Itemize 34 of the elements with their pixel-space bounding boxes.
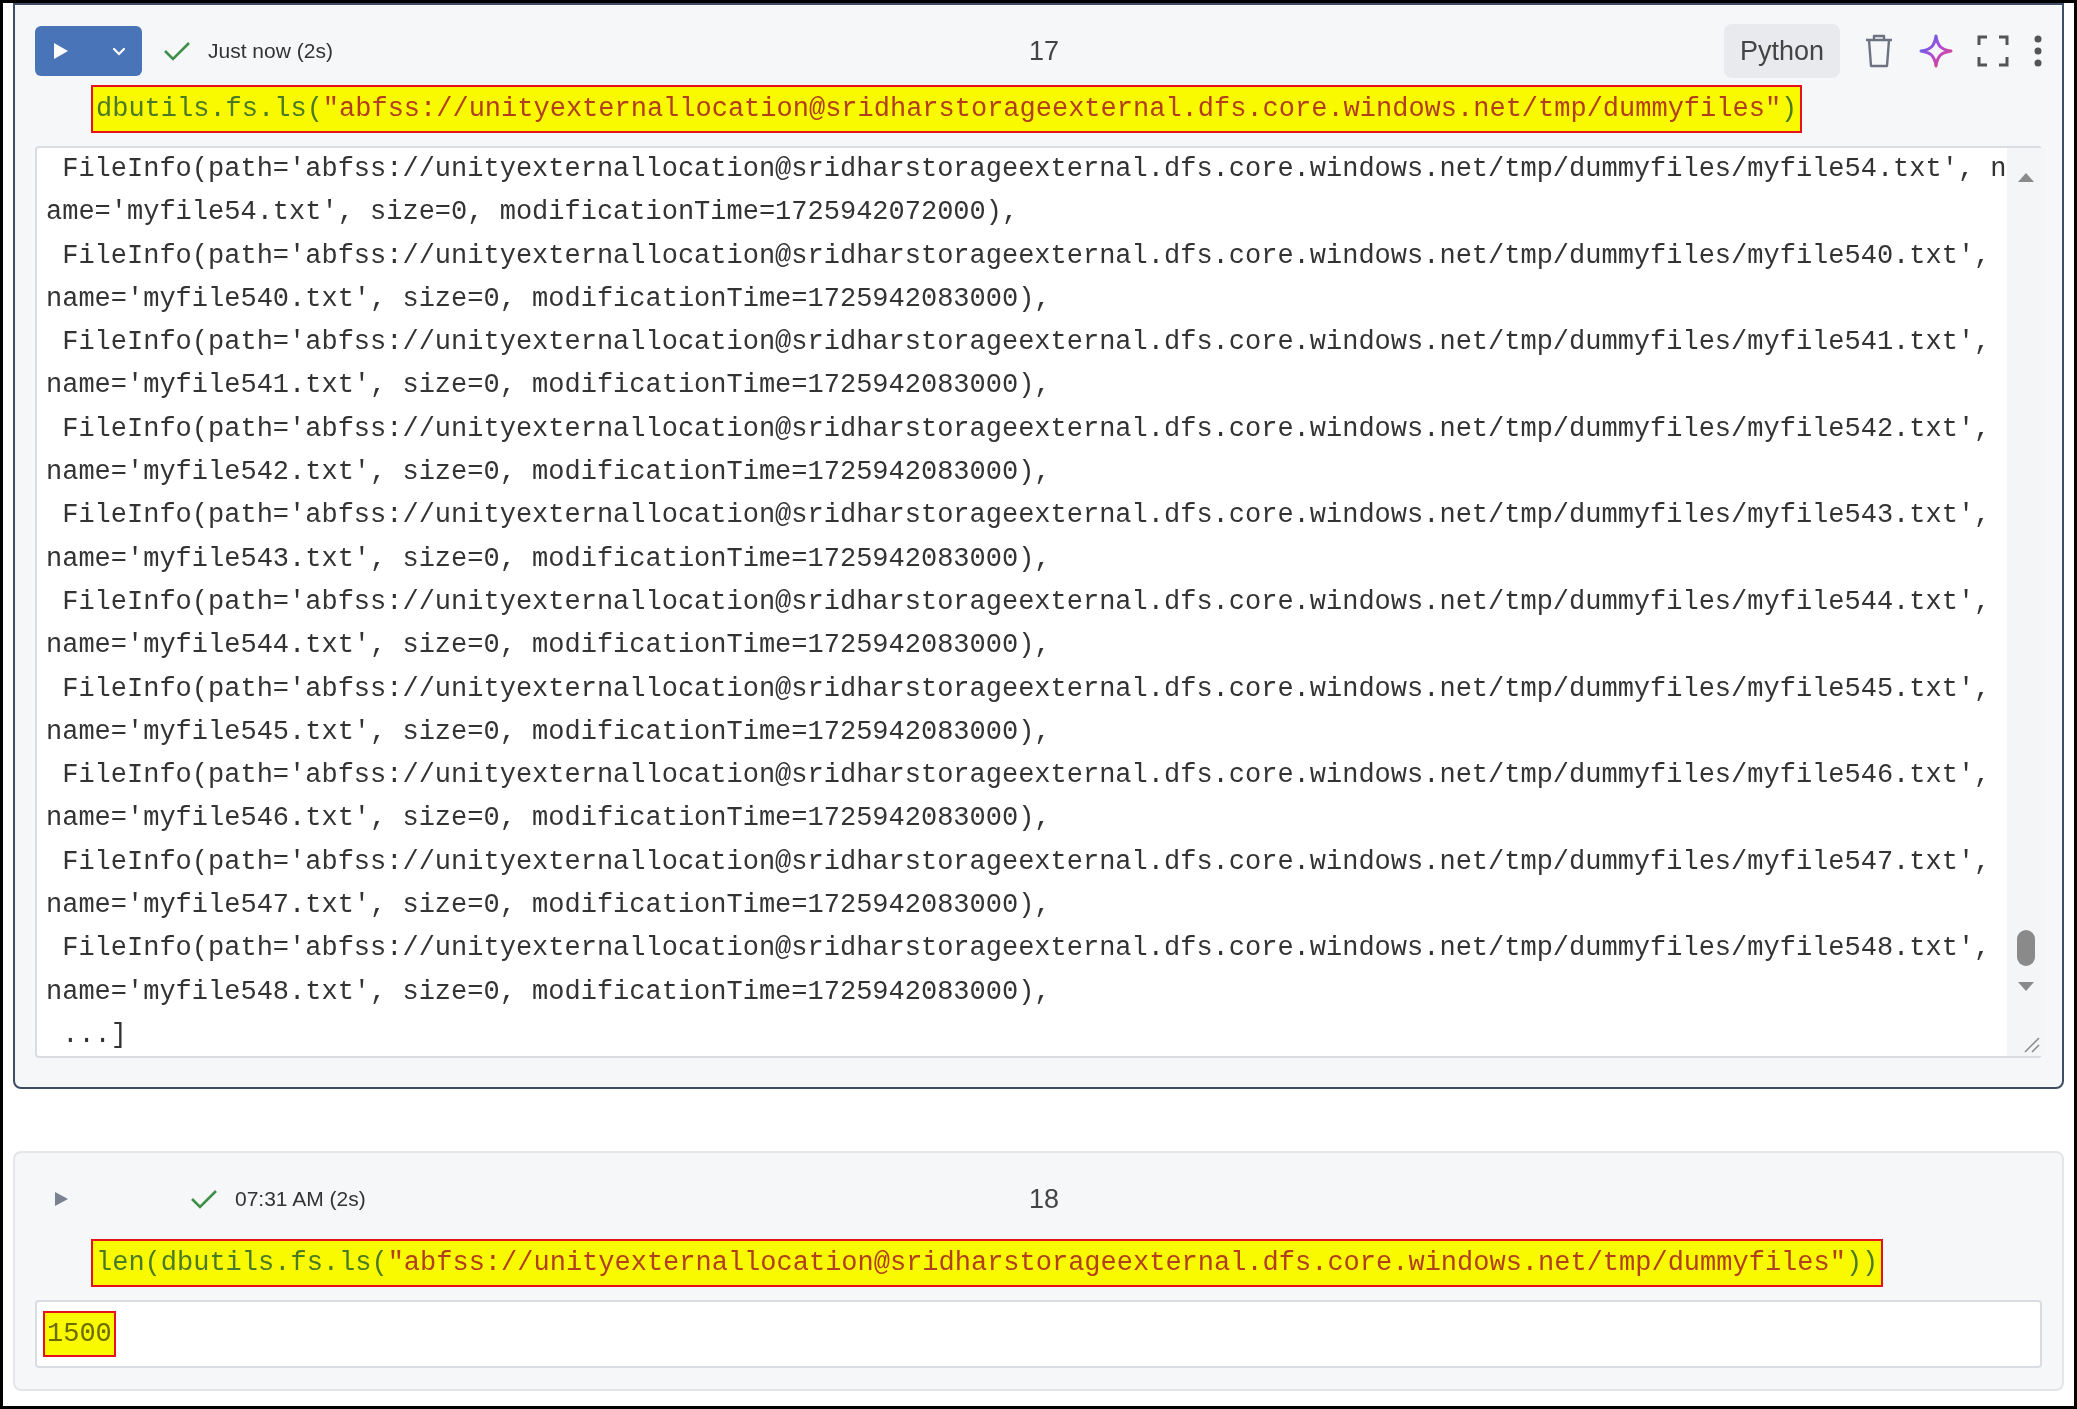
output-line: FileInfo(path='abfss://unityexternallocation@sridharstorageexternal.dfs.core.windows.net/tmp/dummyfiles/myfile545.txt', [61,672,1992,706]
more-icon[interactable] [2032,34,2044,68]
output-line: FileInfo(path='abfss://unityexternallocation@sridharstorageexternal.dfs.core.windows.net/tmp/dummyfiles/myfile540.txt', [61,239,1992,273]
language-button[interactable]: Python [1723,24,1840,78]
output-line: FileInfo(path='abfss://unityexternallocation@sridharstorageexternal.dfs.core.windows.net/tmp/dummyfiles/myfile54.txt', n [61,153,2007,186]
output-line: name='myfile545.txt', size=0, modificationTime=1725942083000), [46,715,1052,749]
run-status: 07:31 AM (2s) [235,1186,366,1213]
output-line: name='myfile548.txt', size=0, modificationTime=1725942083000), [46,975,1052,1009]
output-line: FileInfo(path='abfss://unityexternallocation@sridharstorageexternal.dfs.core.windows.net/tmp/dummyfiles/myfile548.txt', [61,932,1992,966]
output-line: name='myfile542.txt', size=0, modificationTime=1725942083000), [46,456,1052,490]
check-icon [189,1187,219,1211]
output-line: name='myfile544.txt', size=0, modificationTime=1725942083000), [46,629,1052,663]
fullscreen-icon[interactable] [1976,34,2010,68]
check-icon [162,39,192,63]
output-line: ...] [61,1018,128,1052]
run-status: Just now (2s) [208,38,333,65]
output-line: name='myfile543.txt', size=0, modificationTime=1725942083000), [46,542,1052,576]
output-line: FileInfo(path='abfss://unityexternallocation@sridharstorageexternal.dfs.core.windows.net/tmp/dummyfiles/myfile547.txt', [61,845,1992,879]
output-line: FileInfo(path='abfss://unityexternallocation@sridharstorageexternal.dfs.core.windows.net/tmp/dummyfiles/myfile544.txt', [61,585,1992,619]
run-button[interactable] [35,26,142,76]
output-line: name='myfile540.txt', size=0, modificationTime=1725942083000), [46,282,1052,316]
output-value: 1500 [43,1311,116,1357]
output-line: FileInfo(path='abfss://unityexternallocation@sridharstorageexternal.dfs.core.windows.net/tmp/dummyfiles/myfile546.txt', [61,759,1992,793]
cell-number: 17 [1029,34,1060,68]
output-line: name='myfile547.txt', size=0, modificationTime=1725942083000), [46,889,1052,923]
output-line: ame='myfile54.txt', size=0, modificationTime=1725942072000), [46,196,1020,230]
cell-number: 18 [1029,1182,1060,1216]
output-line: FileInfo(path='abfss://unityexternallocation@sridharstorageexternal.dfs.core.windows.net/tmp/dummyfiles/myfile541.txt', [61,326,1992,360]
output-line: FileInfo(path='abfss://unityexternallocation@sridharstorageexternal.dfs.core.windows.net/tmp/dummyfiles/myfile543.txt', [61,499,1992,533]
output-line: name='myfile546.txt', size=0, modificationTime=1725942083000), [46,802,1052,836]
scroll-thumb[interactable] [2016,930,2035,966]
output-line: name='myfile541.txt', size=0, modificationTime=1725942083000), [46,369,1052,403]
sparkle-icon[interactable] [1918,33,1954,69]
output-line: FileInfo(path='abfss://unityexternallocation@sridharstorageexternal.dfs.core.windows.net/tmp/dummyfiles/myfile542.txt', [61,412,1992,446]
